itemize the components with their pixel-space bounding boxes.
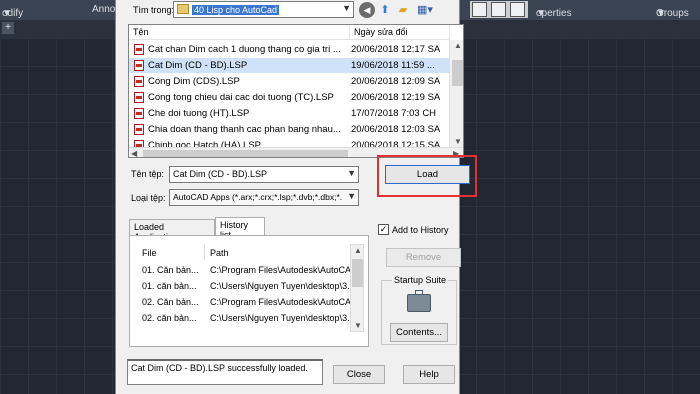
look-in-value: 40 Lisp cho AutoCad xyxy=(192,5,280,15)
back-icon[interactable]: ◀ xyxy=(359,2,375,18)
file-name-label: Tên tệp: xyxy=(131,169,165,179)
ribbon-annotate-tab[interactable]: Anno xyxy=(92,4,115,15)
file-row[interactable]: Cat chan Dim cach 1 duong thang co gia t… xyxy=(129,42,463,57)
chevron-down-icon: ▼ xyxy=(656,8,666,19)
status-message: Cat Dim (CD - BD).LSP successfully loade… xyxy=(127,359,323,385)
zoom-icon[interactable] xyxy=(472,2,487,17)
startup-suite-label: Startup Suite xyxy=(392,275,449,285)
file-name-combo[interactable]: Cat Dim (CD - BD).LSP ▼ xyxy=(169,166,359,183)
contents-button[interactable]: Contents... xyxy=(390,323,448,342)
file-row-selected[interactable]: Cat Dim (CD - BD).LSP 19/06/2018 11:59 ..… xyxy=(129,58,463,73)
remove-button[interactable]: Remove xyxy=(386,248,461,267)
load-button[interactable]: Load xyxy=(385,165,470,184)
lisp-file-icon xyxy=(134,44,144,55)
scroll-down-icon[interactable]: ▼ xyxy=(454,137,462,146)
chevron-down-icon: ▼ xyxy=(536,8,546,19)
history-list-panel: File Path 01. Căn bản... C:\Program Files… xyxy=(129,235,369,347)
file-row[interactable]: Cong tong chieu dai cac doi tuong (TC).L… xyxy=(129,90,463,105)
add-to-history-label: Add to History xyxy=(392,225,449,235)
scroll-up-icon[interactable]: ▲ xyxy=(354,246,362,255)
view-menu-icon[interactable]: ▦▾ xyxy=(414,2,436,18)
column-divider xyxy=(204,244,205,260)
file-type-value: AutoCAD Apps (*.arx;*.crx;*.lsp;*.dvb;*.… xyxy=(173,192,343,202)
file-row[interactable]: Chia doan thang thanh cac phan bang nhau… xyxy=(129,122,463,137)
close-button[interactable]: Close xyxy=(333,365,385,384)
column-header-name[interactable]: Tên xyxy=(129,25,350,40)
look-in-combo[interactable]: 40 Lisp cho AutoCad ▼ xyxy=(173,1,354,18)
lisp-file-icon xyxy=(134,108,144,119)
chevron-down-icon: ▼ xyxy=(347,168,356,178)
lisp-file-icon xyxy=(134,60,144,71)
layout-icon[interactable] xyxy=(510,2,525,17)
scroll-thumb[interactable] xyxy=(143,150,348,157)
chevron-down-icon: ▼ xyxy=(342,3,351,13)
up-folder-icon[interactable]: ⬆ xyxy=(377,2,393,18)
history-column-path[interactable]: Path xyxy=(210,248,229,258)
scroll-thumb[interactable] xyxy=(452,60,463,86)
scroll-left-icon[interactable]: ◀ xyxy=(131,149,137,157)
file-type-label: Loại tệp: xyxy=(131,193,166,203)
file-type-combo[interactable]: AutoCAD Apps (*.arx;*.crx;*.lsp;*.dvb;*.… xyxy=(169,189,359,206)
column-header-date[interactable]: Ngày sửa đổi xyxy=(350,25,450,40)
new-tab-button[interactable]: + xyxy=(2,22,14,34)
ribbon-tool-icons xyxy=(470,1,528,18)
add-to-history-checkbox[interactable]: ✓ xyxy=(378,224,389,235)
scroll-down-icon[interactable]: ▼ xyxy=(354,321,362,330)
folder-icon xyxy=(177,4,189,14)
view-icon[interactable] xyxy=(491,2,506,17)
lisp-file-icon xyxy=(134,76,144,87)
new-folder-icon[interactable]: ▰ xyxy=(395,2,411,18)
scroll-up-icon[interactable]: ▲ xyxy=(454,41,462,50)
scroll-thumb[interactable] xyxy=(352,259,363,287)
chevron-down-icon: ▼ xyxy=(347,191,356,201)
chevron-down-icon: ▼ xyxy=(2,8,12,19)
file-row[interactable]: Che doi tuong (HT).LSP 17/07/2018 7:03 CH xyxy=(129,106,463,121)
history-vertical-scrollbar[interactable]: ▲ ▼ xyxy=(350,244,364,332)
look-in-label: Tìm trong: xyxy=(133,5,175,15)
help-button[interactable]: Help xyxy=(403,365,455,384)
file-name-value: Cat Dim (CD - BD).LSP xyxy=(173,169,268,179)
file-list-vertical-scrollbar[interactable]: ▲ ▼ xyxy=(449,40,463,148)
lisp-file-icon xyxy=(134,124,144,135)
file-row[interactable]: Cong Dim (CDS).LSP 20/06/2018 12:09 SA xyxy=(129,74,463,89)
briefcase-icon xyxy=(407,290,431,312)
tab-history-list[interactable]: History list xyxy=(215,217,265,240)
tab-loaded-applications[interactable]: Loaded Applications xyxy=(129,219,215,242)
lisp-file-icon xyxy=(134,92,144,103)
history-column-file[interactable]: File xyxy=(142,248,157,258)
file-list[interactable]: Tên Ngày sửa đổi Cat chan Dim cach 1 duo… xyxy=(128,24,464,158)
